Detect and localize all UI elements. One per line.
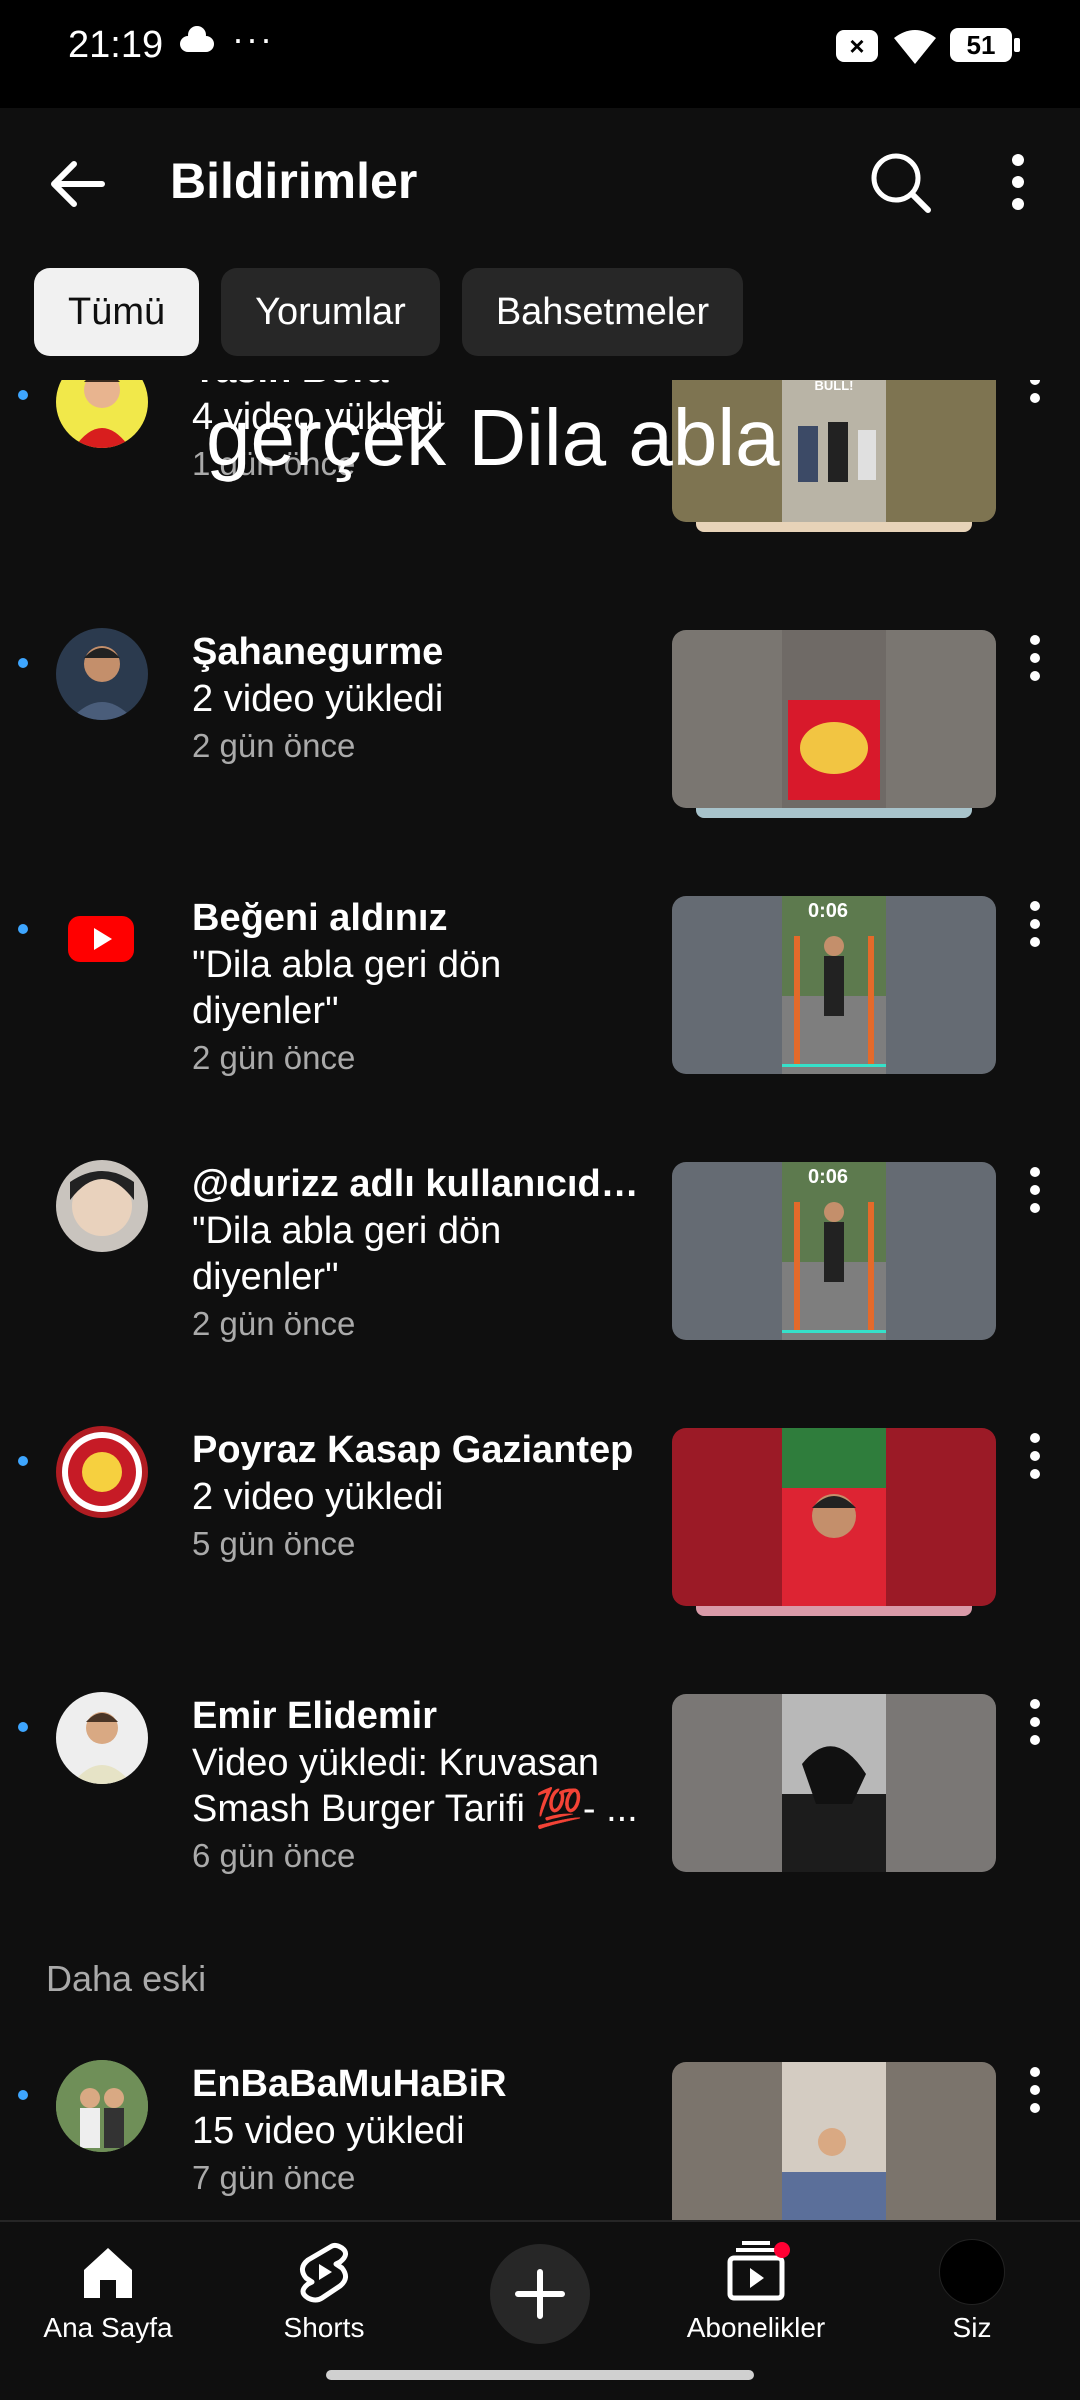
stack-indicator	[696, 522, 972, 532]
notification-desc: "Dila abla geri dön diyenler"	[192, 1210, 502, 1298]
item-menu-icon[interactable]	[1020, 380, 1050, 406]
notification-item[interactable]: @durizz adlı kullanıcıda... "Dila abla g…	[0, 1160, 1080, 1410]
video-thumbnail[interactable]	[672, 1694, 996, 1872]
stack-indicator	[696, 1606, 972, 1616]
battery-icon: 51	[950, 28, 1020, 62]
overlay-caption: gerçek Dila abla	[206, 393, 780, 482]
notification-item[interactable]: Poyraz Kasap Gaziantep 2 video yükledi 5…	[0, 1426, 1080, 1666]
notification-title: Şahanegurme	[192, 631, 444, 673]
notification-title: EnBaBaMuHaBiR	[192, 2063, 507, 2105]
page-title: Bildirimler	[170, 153, 418, 209]
notification-time: 7 gün önce	[192, 2159, 356, 2196]
item-menu-icon[interactable]	[1020, 1164, 1050, 1216]
stack-indicator	[696, 808, 972, 818]
item-menu-icon[interactable]	[1020, 1696, 1050, 1748]
create-button[interactable]	[490, 2244, 590, 2344]
status-bar: 21:19 ··· × 51	[0, 0, 1080, 108]
subscriptions-icon	[727, 2241, 790, 2301]
notification-time: 2 gün önce	[192, 1039, 356, 1076]
chip-mentions[interactable]: Bahsetmeler	[461, 268, 744, 356]
thumbnail-timer: 0:06	[808, 900, 849, 922]
video-thumbnail[interactable]: 0:06	[672, 1162, 996, 1340]
notification-item[interactable]: Emir Elidemir Video yükledi: Kruvasan Sm…	[0, 1692, 1080, 1942]
x-app-icon: ×	[836, 30, 878, 62]
notification-desc: 15 video yükledi	[192, 2110, 465, 2152]
notification-time: 5 gün önce	[192, 1525, 356, 1562]
nav-you-label: Siz	[952, 2312, 992, 2343]
notification-time: 6 gün önce	[192, 1837, 356, 1874]
home-icon	[84, 2248, 132, 2298]
wifi-icon	[894, 30, 936, 64]
cloud-icon	[180, 26, 214, 52]
home-indicator	[326, 2370, 754, 2380]
filter-chips: Tümü Yorumlar Bahsetmeler	[34, 268, 744, 358]
item-menu-icon[interactable]	[1020, 898, 1050, 950]
search-icon[interactable]	[862, 144, 938, 220]
notification-desc: 2 video yükledi	[192, 678, 444, 720]
more-vert-icon[interactable]	[988, 144, 1048, 220]
unread-dot	[18, 1722, 28, 1732]
unread-dot	[18, 2090, 28, 2100]
video-thumbnail[interactable]	[672, 630, 996, 808]
unread-dot	[18, 924, 28, 934]
item-menu-icon[interactable]	[1020, 1430, 1050, 1482]
shorts-icon	[300, 2242, 348, 2303]
unread-dot	[18, 1456, 28, 1466]
notification-desc: 2 video yükledi	[192, 1476, 444, 1518]
avatar	[939, 2239, 1005, 2305]
notification-title: @durizz adlı kullanıcıda...	[192, 1163, 642, 1205]
section-older-label: Daha eski	[46, 1958, 207, 1999]
notification-item[interactable]: Şahanegurme 2 video yükledi 2 gün önce	[0, 628, 1080, 858]
more-notifications-icon: ···	[232, 18, 274, 59]
thumbnail-timer: 0:06	[808, 1166, 849, 1188]
item-menu-icon[interactable]	[1020, 2064, 1050, 2116]
chip-comments[interactable]: Yorumlar	[221, 268, 440, 356]
unread-dot	[18, 658, 28, 668]
notification-item[interactable]: EnBaBaMuHaBiR 15 video yükledi 7 gün önc…	[0, 2060, 1080, 2220]
video-thumbnail[interactable]	[672, 2062, 996, 2220]
nav-subscriptions-label: Abonelikler	[686, 2312, 826, 2343]
notification-desc: Video yükledi: Kruvasan Smash Burger Tar…	[192, 1742, 638, 1830]
nav-home-label: Ana Sayfa	[43, 2312, 173, 2343]
avatar	[56, 1426, 148, 1518]
video-thumbnail[interactable]: 0:06	[672, 896, 996, 1074]
nav-shorts-label: Shorts	[283, 2312, 365, 2343]
video-thumbnail[interactable]	[672, 1428, 996, 1606]
notification-item[interactable]: Beğeni aldınız "Dila abla geri dön diyen…	[0, 894, 1080, 1144]
bottom-navigation: Ana Sayfa Shorts Abonelikler Siz	[0, 2220, 1080, 2400]
avatar	[56, 380, 148, 448]
notification-title: Emir Elidemir	[192, 1695, 437, 1737]
notification-title: Poyraz Kasap Gaziantep	[192, 1429, 634, 1471]
notification-time: 2 gün önce	[192, 1305, 356, 1342]
item-menu-icon[interactable]	[1020, 632, 1050, 684]
nav-subscriptions[interactable]: Abonelikler	[656, 2240, 856, 2344]
notification-list: Yasin Bora 4 video yükledi 1 gün önce ÇI…	[0, 380, 1080, 2220]
nav-home[interactable]: Ana Sayfa	[8, 2240, 208, 2344]
plus-icon	[515, 2269, 565, 2319]
avatar	[56, 628, 148, 720]
youtube-logo-icon	[56, 894, 148, 986]
back-arrow-icon[interactable]	[40, 146, 116, 222]
notification-desc: "Dila abla geri dön diyenler"	[192, 944, 502, 1032]
thumbnail-caption: ÇINAR VE ALİ BULL!	[814, 380, 854, 393]
avatar	[56, 2060, 148, 2152]
avatar	[56, 1692, 148, 1784]
notification-title: Beğeni aldınız	[192, 897, 448, 939]
avatar	[56, 1160, 148, 1252]
nav-you[interactable]: Siz	[872, 2239, 1072, 2344]
unread-dot	[18, 390, 28, 400]
nav-shorts[interactable]: Shorts	[224, 2240, 424, 2344]
status-time: 21:19	[68, 24, 164, 66]
chip-all[interactable]: Tümü	[34, 268, 200, 356]
notification-time: 2 gün önce	[192, 727, 356, 764]
app-header: Bildirimler	[0, 108, 1080, 258]
